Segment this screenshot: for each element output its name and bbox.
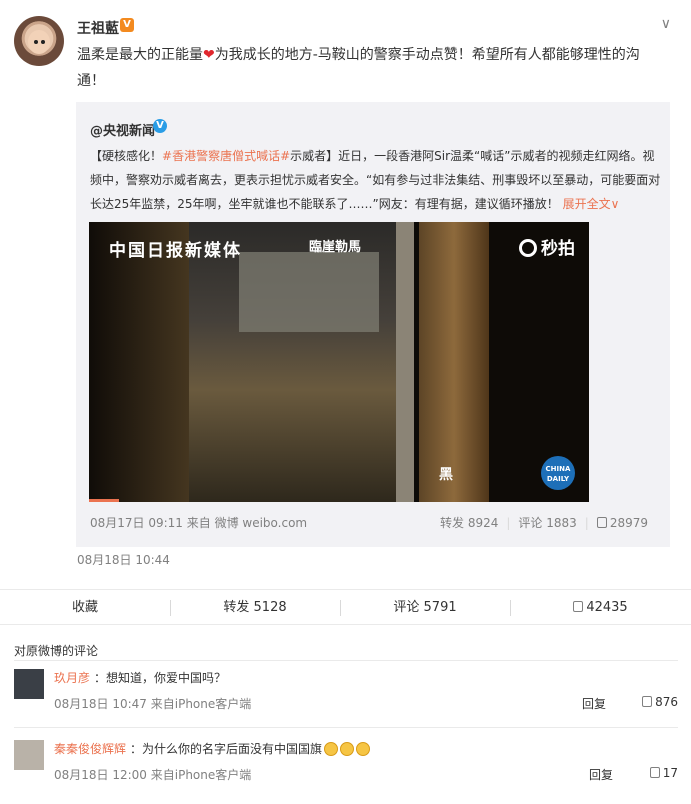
comment-time: 08月18日 10:47 来自iPhone客户端 [54, 697, 252, 711]
laugh-emoji-icon [356, 742, 371, 756]
reply-button[interactable]: 回复 [589, 766, 613, 783]
video-sign: 臨崖勒馬 [309, 240, 362, 255]
blue-verified-badge-icon: V [153, 119, 167, 133]
post-text: 温柔是最大的正能量❤为我成长的地方-马鞍山的警察手动点赞！希望所有人都能够理性的… [77, 42, 662, 94]
comment-like-button[interactable]: 17 [649, 766, 678, 780]
video-scene-window-frame [319, 222, 414, 502]
repost-text: 【硬核感化！#香港警察唐僧式喊话#示威者】近日，一段香港阿Sir温柔“喊话”示威… [90, 144, 664, 216]
repost-forward-count[interactable]: 转发 8924 [440, 516, 498, 530]
comment-time: 08月18日 12:00 来自iPhone客户端 [54, 768, 252, 782]
comment-text-body: ：为什么你的名字后面没有中国国旗 [130, 742, 323, 756]
comments-divider [14, 660, 678, 661]
china-daily-logo: CHINA DAILY [541, 456, 575, 490]
verified-badge-icon: V [120, 18, 134, 32]
avatar-eye-right [41, 40, 45, 44]
repost-comment-count[interactable]: 评论 1883 [518, 516, 576, 530]
stat-divider: | [506, 516, 511, 530]
laugh-emoji-icon [324, 742, 339, 756]
reply-button[interactable]: 回复 [582, 695, 606, 712]
commenter-name[interactable]: 秦秦俊俊辉辉 [54, 740, 126, 757]
comment-like-button[interactable]: 876 [642, 695, 678, 709]
miaopai-logo: 秒拍 [519, 234, 575, 259]
avatar-eye-left [34, 40, 38, 44]
repost-button[interactable]: 转发 5128 [170, 590, 340, 626]
repost-stats: 转发 8924 | 评论 1883 | 28979 [440, 514, 648, 531]
miaopai-ring-icon [519, 239, 537, 257]
post-time[interactable]: 08月18日 10:44 [77, 551, 170, 568]
author-name[interactable]: 王祖藍 [77, 18, 119, 38]
video-progress-bar[interactable] [89, 499, 119, 502]
weibo-post-card: 王祖藍 V ∨ 温柔是最大的正能量❤为我成长的地方-马鞍山的警察手动点赞！希望所… [0, 0, 691, 804]
repost-box: @央视新闻 V 【硬核感化！#香港警察唐僧式喊话#示威者】近日，一段香港阿Sir… [76, 102, 670, 547]
like-count: 42435 [586, 600, 628, 615]
thumbs-up-icon [596, 517, 607, 528]
repost-author[interactable]: @央视新闻 [90, 120, 155, 139]
commenter-name[interactable]: 玖月彦 [54, 669, 90, 686]
comment-text: ：为什么你的名字后面没有中国国旗 [130, 740, 371, 757]
repost-text-prefix: 【硬核感化！ [90, 149, 163, 163]
action-bar: 收藏 转发 5128 评论 5791 42435 [0, 589, 691, 625]
hashtag-link[interactable]: #香港警察唐僧式喊话# [162, 149, 290, 163]
repost-like-count: 28979 [609, 516, 648, 530]
comment-like-count: 17 [662, 766, 678, 780]
chevron-down-icon[interactable]: ∨ [661, 16, 671, 32]
post-text-part1: 温柔是最大的正能量 [77, 47, 203, 63]
comments-header: 对原微博的评论 [14, 644, 99, 658]
thumbs-up-icon [573, 601, 584, 612]
thumbs-up-icon [649, 767, 660, 778]
avatar-face [28, 30, 50, 54]
commenter-avatar[interactable] [14, 669, 44, 699]
thumbs-up-icon [642, 696, 653, 707]
video-scene-curtain [419, 222, 489, 502]
like-button[interactable]: 42435 [510, 590, 691, 626]
commenter-avatar[interactable] [14, 740, 44, 770]
expand-full-text-link[interactable]: 展开全文∨ [563, 197, 620, 211]
stat-divider: | [584, 516, 589, 530]
comment-text: ：想知道，你爱中国吗？ [94, 671, 227, 685]
video-player[interactable]: 中国日报新媒体 臨崖勒馬 秒拍 黑 CHINA DAILY [89, 222, 589, 502]
comment-like-count: 876 [655, 695, 678, 709]
video-scene-left [89, 222, 199, 502]
video-watermark: 黑 [439, 467, 453, 483]
expand-label: 展开全文 [562, 197, 611, 211]
repost-meta: 08月17日 09:11 来自 微博 weibo.com [90, 516, 308, 530]
author-avatar[interactable] [14, 16, 64, 66]
video-logo: 中国日报新媒体 [109, 241, 242, 261]
laugh-emoji-icon [340, 742, 355, 756]
heart-icon: ❤ [203, 47, 215, 63]
comment-divider [14, 727, 678, 728]
miaopai-label: 秒拍 [541, 239, 575, 259]
comment-button[interactable]: 评论 5791 [340, 590, 510, 626]
chevron-down-small-icon: ∨ [610, 197, 620, 211]
video-scene-dark [489, 222, 589, 502]
repost-like[interactable]: 28979 [596, 516, 648, 530]
favorite-button[interactable]: 收藏 [0, 590, 170, 626]
